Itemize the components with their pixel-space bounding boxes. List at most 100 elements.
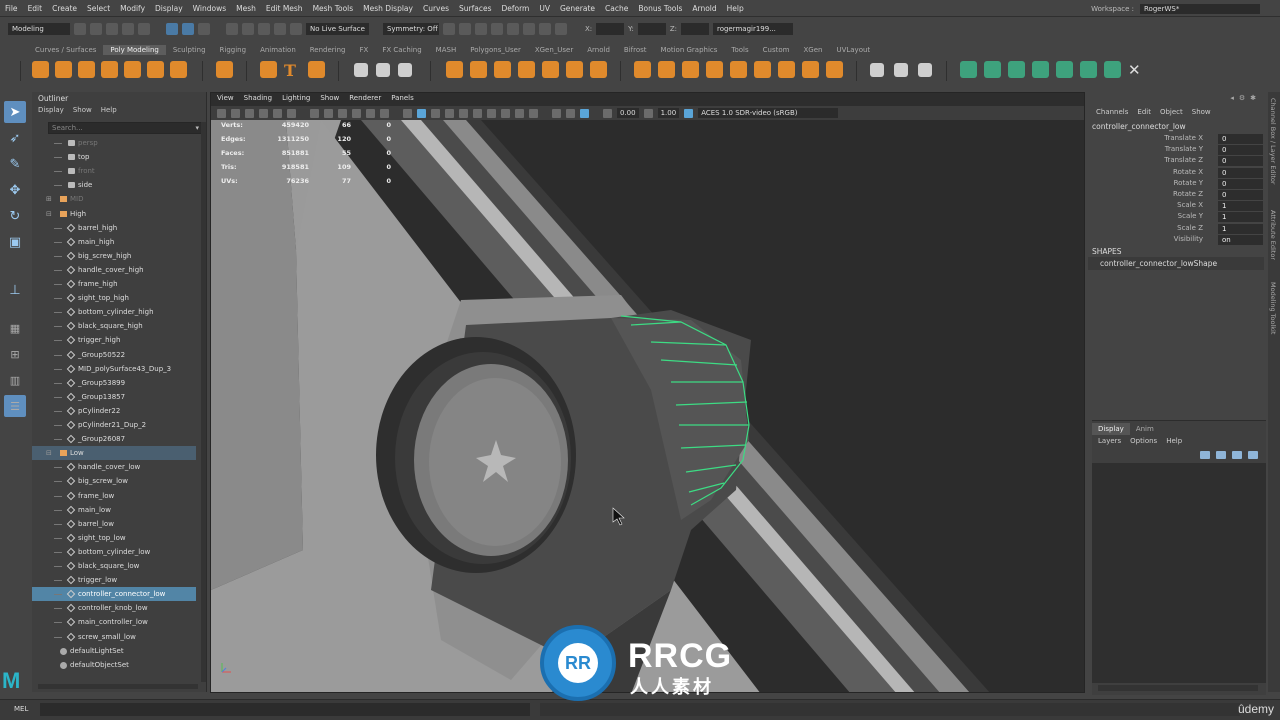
undo-icon[interactable] bbox=[122, 23, 134, 35]
outliner-item[interactable]: frame_low bbox=[32, 489, 196, 503]
shelf-tab-uvlayout[interactable]: UVLayout bbox=[829, 45, 877, 55]
snap-grid-icon[interactable] bbox=[226, 23, 238, 35]
shelf-tab-xgen[interactable]: XGen bbox=[796, 45, 829, 55]
menu-mesh-tools[interactable]: Mesh Tools bbox=[308, 4, 359, 13]
poly-disc-icon[interactable] bbox=[170, 61, 187, 78]
lookdev-icon[interactable] bbox=[554, 23, 567, 35]
sweep-mesh-icon[interactable] bbox=[260, 61, 277, 78]
resolution-gate-icon[interactable] bbox=[338, 108, 347, 118]
shelf-tab-sculpting[interactable]: Sculpting bbox=[166, 45, 213, 55]
outliner-item[interactable]: main_low bbox=[32, 503, 196, 517]
move-layer-down-icon[interactable] bbox=[1216, 451, 1226, 459]
outliner-item[interactable]: MID_polySurface43_Dup_3 bbox=[32, 362, 196, 376]
x-input[interactable] bbox=[596, 23, 625, 35]
menu-deform[interactable]: Deform bbox=[496, 4, 534, 13]
outliner-item[interactable]: sight_top_high bbox=[32, 291, 196, 305]
ipr-render-icon[interactable] bbox=[474, 23, 487, 35]
layer-menu-layers[interactable]: Layers bbox=[1098, 437, 1121, 445]
outliner-item[interactable]: _Group53899 bbox=[32, 376, 196, 390]
append-polygon-icon[interactable] bbox=[730, 61, 747, 78]
outliner-item[interactable]: big_screw_low bbox=[32, 474, 196, 488]
outliner-item[interactable]: top bbox=[32, 150, 196, 164]
layer-editor-scrollbar[interactable] bbox=[1098, 685, 1258, 691]
menu-select[interactable]: Select bbox=[82, 4, 115, 13]
arnold-render-icon[interactable] bbox=[538, 23, 551, 35]
outliner-item[interactable]: _Group26087 bbox=[32, 432, 196, 446]
shelf-tab-rigging[interactable]: Rigging bbox=[213, 45, 254, 55]
wedge-icon[interactable] bbox=[778, 61, 795, 78]
outliner-item[interactable]: main_controller_low bbox=[32, 615, 196, 629]
menu-arnold[interactable]: Arnold bbox=[687, 4, 721, 13]
mash-network-icon[interactable] bbox=[354, 63, 368, 77]
settings-icon[interactable]: ⚙ bbox=[1239, 94, 1245, 102]
fill-hole-icon[interactable] bbox=[706, 61, 723, 78]
outliner-item[interactable]: persp bbox=[32, 136, 196, 150]
outliner-item[interactable]: defaultLightSet bbox=[32, 644, 196, 658]
shelf-tab-mash[interactable]: MASH bbox=[429, 45, 464, 55]
smooth-shade-icon[interactable] bbox=[417, 108, 426, 118]
attribute-rotate-x[interactable]: Rotate X 0 bbox=[1088, 167, 1263, 179]
snap-curve-icon[interactable] bbox=[242, 23, 254, 35]
menu-set-dropdown[interactable]: Modeling bbox=[8, 23, 70, 35]
outliner-item[interactable]: big_screw_high bbox=[32, 249, 196, 263]
outliner-item[interactable]: bottom_cylinder_high bbox=[32, 305, 196, 319]
live-surface-field[interactable]: No Live Surface bbox=[306, 23, 369, 35]
shelf-tab-fx-caching[interactable]: FX Caching bbox=[375, 45, 428, 55]
outliner-item[interactable]: ⊟ Low bbox=[32, 446, 196, 461]
poly-plane-icon[interactable] bbox=[124, 61, 141, 78]
outliner-item[interactable]: pCylinder21_Dup_2 bbox=[32, 418, 196, 432]
type-tool-icon[interactable]: T bbox=[284, 61, 301, 80]
color-management-icon[interactable] bbox=[684, 108, 694, 118]
outliner-item[interactable]: black_square_high bbox=[32, 319, 196, 333]
insert-edge-loop-icon[interactable] bbox=[894, 63, 908, 77]
outliner-item[interactable]: front bbox=[32, 164, 196, 178]
bevel-icon[interactable] bbox=[682, 61, 699, 78]
menu-uv[interactable]: UV bbox=[534, 4, 555, 13]
render-settings-icon[interactable] bbox=[490, 23, 503, 35]
planar-mapping-icon[interactable] bbox=[960, 61, 977, 78]
menu-generate[interactable]: Generate bbox=[555, 4, 600, 13]
textured-icon[interactable] bbox=[445, 108, 454, 118]
shelf-tab-motion-graphics[interactable]: Motion Graphics bbox=[654, 45, 725, 55]
sew-uv-icon[interactable]: ✕ bbox=[1128, 61, 1145, 79]
mirror-icon[interactable] bbox=[590, 61, 607, 78]
outliner-item[interactable]: controller_knob_low bbox=[32, 601, 196, 615]
spherical-mapping-icon[interactable] bbox=[1008, 61, 1025, 78]
attribute-translate-y[interactable]: Translate Y 0 bbox=[1088, 145, 1263, 156]
viewport-menu-renderer[interactable]: Renderer bbox=[349, 94, 381, 106]
grease-pencil-icon[interactable] bbox=[287, 108, 296, 118]
cylindrical-mapping-icon[interactable] bbox=[984, 61, 1001, 78]
attribute-value-field[interactable]: 0 bbox=[1218, 167, 1263, 178]
bridge-icon[interactable] bbox=[658, 61, 675, 78]
outliner-item[interactable]: controller_connector_low bbox=[32, 587, 196, 602]
outliner-item[interactable]: ⊟ High bbox=[32, 207, 196, 221]
channel-box-menu-channels[interactable]: Channels bbox=[1096, 108, 1128, 116]
select-component-icon[interactable] bbox=[198, 23, 210, 35]
create-layer-from-selected-icon[interactable] bbox=[1248, 451, 1258, 459]
gamma-field[interactable]: 1.00 bbox=[657, 108, 680, 118]
svg-tool-icon[interactable] bbox=[308, 61, 325, 78]
shelf-tab-polygons-user[interactable]: Polygons_User bbox=[463, 45, 528, 55]
attribute-value-field[interactable]: 0 bbox=[1218, 134, 1263, 144]
open-scene-icon[interactable] bbox=[90, 23, 102, 35]
shelf-tab-rendering[interactable]: Rendering bbox=[303, 45, 353, 55]
layer-list[interactable] bbox=[1092, 463, 1266, 683]
shelf-tab-custom[interactable]: Custom bbox=[756, 45, 797, 55]
menu-curves[interactable]: Curves bbox=[418, 4, 454, 13]
use-all-lights-icon[interactable] bbox=[459, 108, 468, 118]
menu-create[interactable]: Create bbox=[47, 4, 82, 13]
layer-menu-help[interactable]: Help bbox=[1166, 437, 1182, 445]
outliner-item[interactable]: trigger_low bbox=[32, 573, 196, 587]
exposure-field[interactable]: 0.00 bbox=[617, 108, 639, 118]
outliner-item[interactable]: trigger_high bbox=[32, 333, 196, 347]
merge-icon[interactable] bbox=[802, 61, 819, 78]
select-tool-icon[interactable]: ➤ bbox=[4, 101, 26, 123]
paint-select-icon[interactable]: ✎ bbox=[4, 153, 26, 175]
shelf-tab-tools[interactable]: Tools bbox=[724, 45, 755, 55]
anti-aliasing-icon[interactable] bbox=[515, 108, 524, 118]
user-account-dropdown[interactable]: rogermagir199... bbox=[712, 23, 793, 35]
separate-icon[interactable] bbox=[470, 61, 487, 78]
quad-draw-icon[interactable] bbox=[918, 63, 932, 77]
outliner-horizontal-scrollbar[interactable] bbox=[38, 684, 198, 689]
snap-point-icon[interactable] bbox=[258, 23, 270, 35]
